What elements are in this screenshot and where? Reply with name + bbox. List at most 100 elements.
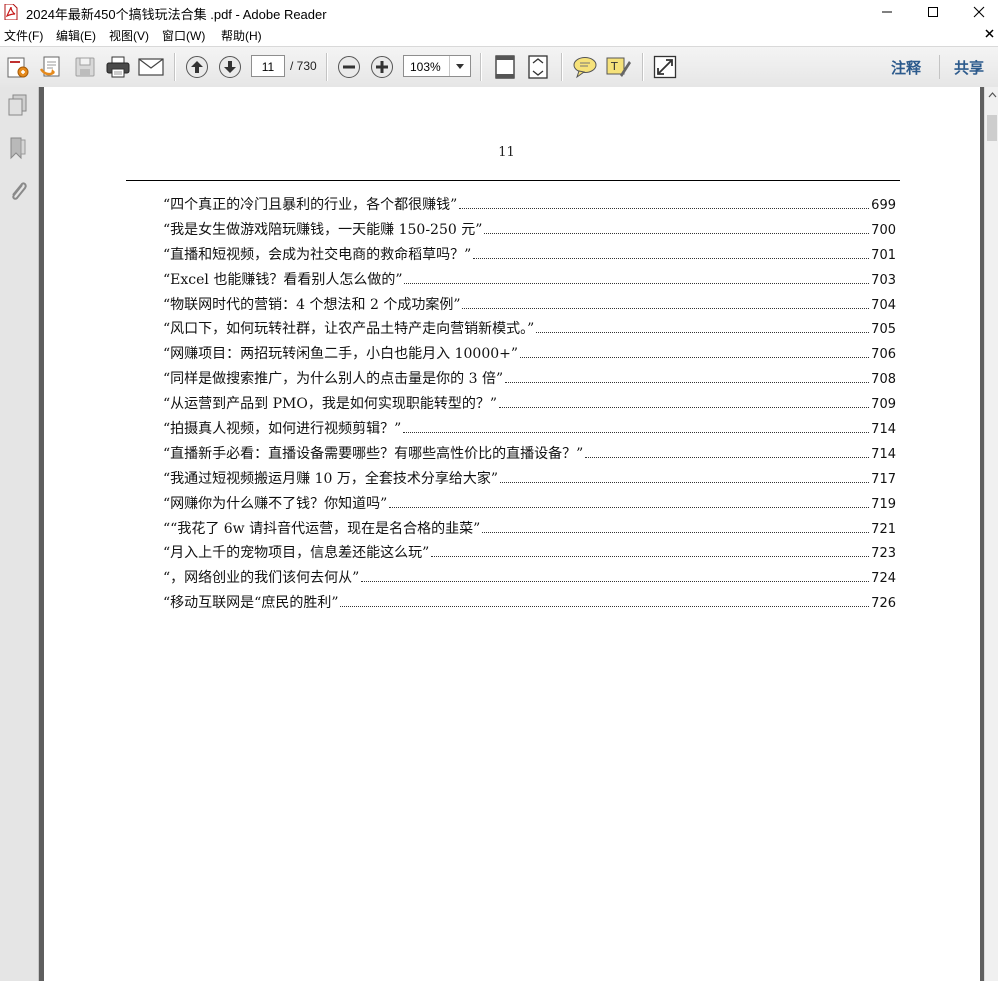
toc-dot-leader [340,605,870,608]
fit-width-button[interactable] [524,53,552,81]
toc-entry[interactable]: “网赚你为什么赚不了钱？你知道吗” 719 [163,493,896,518]
menu-window[interactable]: 窗口(W) [162,27,205,44]
document-view[interactable]: 11 “四个真正的冷门且暴利的行业，各个都很赚钱” 699 “我是女生做游戏陪玩赚钱… [39,87,984,981]
page-number-input[interactable]: 11 [251,55,285,77]
vertical-scrollbar[interactable] [984,87,998,981]
toc-dot-leader [520,356,870,359]
toc-entry-page: 723 [871,546,896,562]
toc-entry[interactable]: “拍摄真人视频，如何进行视频剪辑？” 714 [163,418,896,443]
toc-dot-leader [462,307,870,309]
toolbar: 11 / 730 103% T 注释 共享 [0,46,998,88]
toc-entry-page: 704 [871,297,896,313]
paperclip-icon [12,182,27,200]
previous-page-button[interactable] [183,53,211,81]
title-bar: 2024年最新450个搞钱玩法合集 .pdf - Adobe Reader [0,0,998,24]
pages-panel-button[interactable] [6,92,30,118]
toc-entry[interactable]: “同样是做搜索推广，为什么别人的点击量是你的 3 倍” 708 [163,368,896,393]
open-button[interactable] [37,53,65,81]
print-button[interactable] [104,53,132,81]
fit-page-button[interactable] [491,53,519,81]
toc-entry[interactable]: “四个真正的冷门且暴利的行业，各个都很赚钱” 699 [163,194,896,219]
toc-entry[interactable]: “网赚项目：两招玩转闲鱼二手，小白也能月入 10000+” 706 [163,343,896,368]
toc-dot-leader [389,506,870,508]
toc-entry-title: “从运营到产品到 PMO，我是如何实现职能转型的？” [163,396,497,413]
toc-dot-leader [585,456,870,458]
save-icon [75,57,95,77]
toc-entry[interactable]: “直播和短视频，会成为社交电商的救命稻草吗？” 701 [163,244,896,269]
email-button[interactable] [137,53,165,81]
toc-entry[interactable]: ““我花了 6w 请抖音代运营，现在是名合格的韭菜” 721 [163,518,896,543]
toc-entry[interactable]: “移动互联网是“庶民的胜利” 726 [163,592,896,617]
plus-icon [371,56,393,78]
fit-page-icon [495,55,515,79]
zoom-select[interactable]: 103% [403,55,471,77]
add-comment-button[interactable] [571,53,599,81]
scroll-up-button[interactable] [985,87,998,103]
menu-bar: 文件(F) 编辑(E) 视图(V) 窗口(W) 帮助(H) [0,24,998,46]
close-window-button[interactable] [956,0,998,24]
toc-entry-page: 708 [871,372,896,388]
scroll-thumb[interactable] [987,115,997,141]
toc-entry-page: 705 [871,322,896,338]
comment-panel-link[interactable]: 注释 [891,57,921,78]
toc-entry-title: ““我花了 6w 请抖音代运营，现在是名合格的韭菜” [163,520,481,537]
toc-entry[interactable]: “我是女生做游戏陪玩赚钱，一天能赚 150-250 元” 700 [163,219,896,244]
toc-entry-page: 724 [871,571,896,587]
window-title: 2024年最新450个搞钱玩法合集 .pdf - Adobe Reader [26,7,327,22]
full-screen-button[interactable] [651,53,679,81]
navigation-panel [0,87,39,981]
toc-entry-page: 709 [871,397,896,413]
toc-entry[interactable]: “，网络创业的我们该何去何从” 724 [163,567,896,592]
create-pdf-button[interactable] [4,53,32,81]
arrow-down-icon [219,56,241,78]
toc-entry[interactable]: “月入上千的宠物项目，信息差还能这么玩” 723 [163,542,896,567]
toc-entry[interactable]: “从运营到产品到 PMO，我是如何实现职能转型的？” 709 [163,393,896,418]
maximize-button[interactable] [910,0,956,24]
toc-entry[interactable]: “我通过短视频搬运月赚 10 万，全套技术分享给大家” 717 [163,468,896,493]
svg-text:T: T [610,60,618,73]
pdf-page: 11 “四个真正的冷门且暴利的行业，各个都很赚钱” 699 “我是女生做游戏陪玩赚钱… [44,87,980,981]
attachments-panel-button[interactable] [6,178,30,204]
share-panel-link[interactable]: 共享 [954,57,984,78]
close-document-icon[interactable] [985,29,994,38]
toc-entry-title: “网赚项目：两招玩转闲鱼二手，小白也能月入 10000+” [163,346,519,363]
toc-entry[interactable]: “风口下，如何玩转社群，让农产品土特产走向营销新模式。” 705 [163,318,896,343]
toc-entry[interactable]: “直播新手必看：直播设备需要哪些？有哪些高性价比的直播设备？” 714 [163,443,896,468]
menu-view[interactable]: 视图(V) [109,27,149,44]
page-total-label: / 730 [290,59,317,73]
zoom-value: 103% [410,60,441,74]
save-button[interactable] [71,53,99,81]
toc-entry-title: “月入上千的宠物项目，信息差还能这么玩” [163,545,430,562]
toc-entry[interactable]: “Excel 也能赚钱？看看别人怎么做的” 703 [163,269,896,294]
menu-edit[interactable]: 编辑(E) [56,27,96,44]
toc-entry-title: “移动互联网是“庶民的胜利” [163,595,339,612]
toc-entry-page: 717 [871,471,896,487]
pages-icon [8,94,27,116]
toc-entry[interactable]: “物联网时代的营销：4 个想法和 2 个成功案例” 704 [163,294,896,319]
speech-bubble-icon [573,57,597,79]
toolbar-separator [642,53,644,81]
toc-dot-leader [484,232,870,234]
next-page-button[interactable] [216,53,244,81]
toc-entry-title: “Excel 也能赚钱？看看别人怎么做的” [163,271,403,288]
toc-dot-leader [536,331,870,334]
highlight-text-button[interactable]: T [604,53,632,81]
bookmarks-panel-button[interactable] [6,135,30,161]
toolbar-separator [326,53,328,81]
zoom-dropdown-button[interactable] [449,56,470,76]
pdf-app-icon [4,4,18,20]
toc-entry-title: “拍摄真人视频，如何进行视频剪辑？” [163,421,402,438]
zoom-out-button[interactable] [335,53,363,81]
toc-entry-title: “同样是做搜索推广，为什么别人的点击量是你的 3 倍” [163,371,504,388]
menu-file[interactable]: 文件(F) [4,27,43,44]
zoom-in-button[interactable] [368,53,396,81]
maximize-icon [928,7,938,17]
toc-entry-page: 700 [871,222,896,238]
toc-entry-title: “直播新手必看：直播设备需要哪些？有哪些高性价比的直播设备？” [163,445,584,462]
bookmark-icon [10,137,26,160]
toc-dot-leader [459,207,870,209]
toc-dot-leader [499,406,870,409]
minimize-button[interactable] [864,0,910,24]
menu-help[interactable]: 帮助(H) [221,27,262,44]
toc-dot-leader [431,555,870,558]
